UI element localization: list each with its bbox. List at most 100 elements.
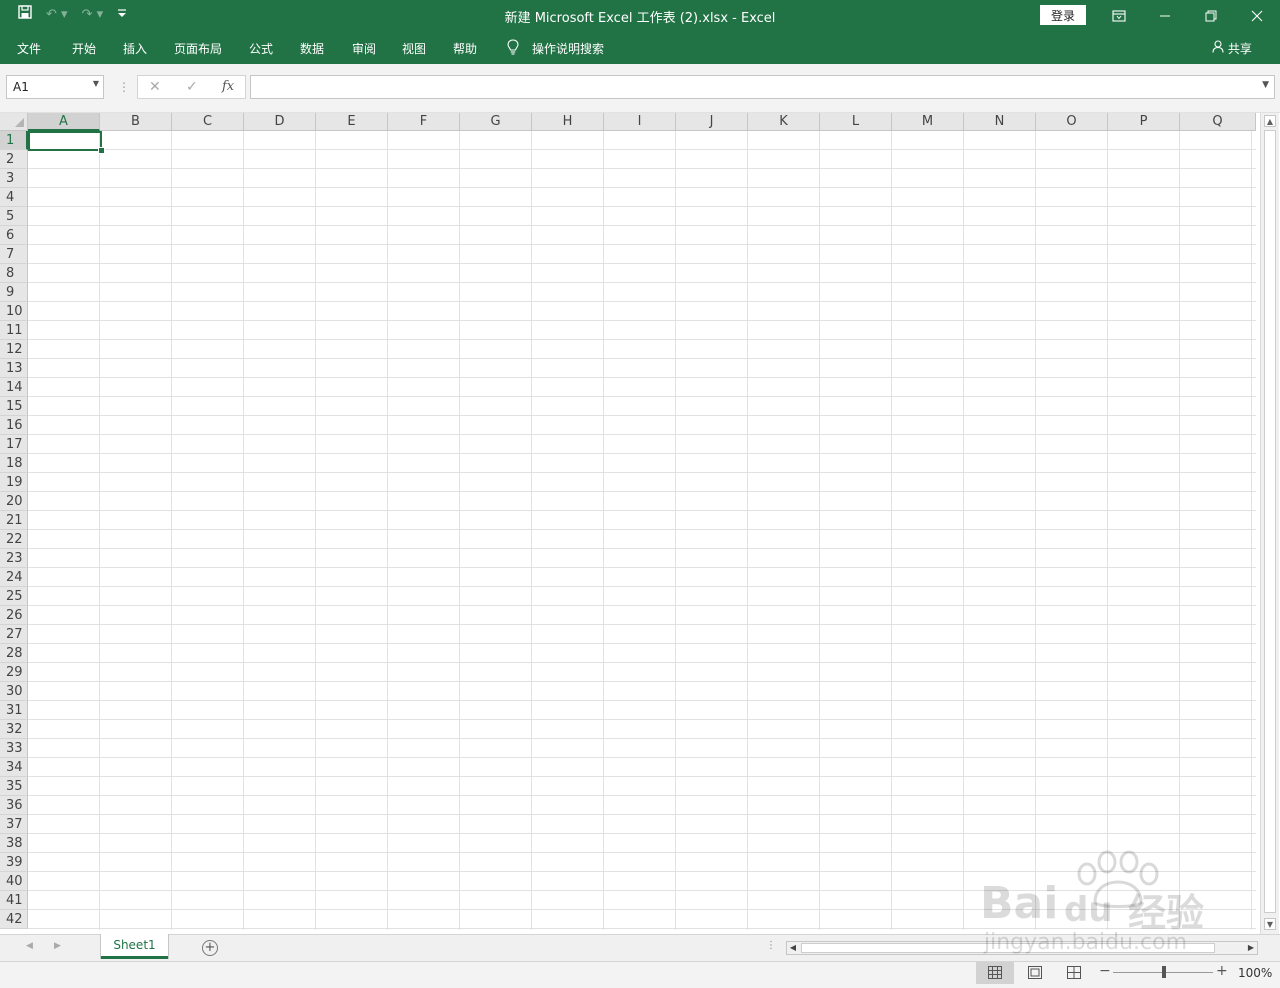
row-header-19[interactable]: 19 — [0, 473, 28, 492]
scroll-up-icon[interactable]: ▲ — [1264, 115, 1276, 127]
column-header-a[interactable]: A — [28, 113, 100, 131]
row-header-38[interactable]: 38 — [0, 834, 28, 853]
row-header-33[interactable]: 33 — [0, 739, 28, 758]
vertical-scrollbar[interactable]: ▲ ▼ — [1260, 113, 1279, 934]
row-header-2[interactable]: 2 — [0, 150, 28, 169]
row-header-4[interactable]: 4 — [0, 188, 28, 207]
row-header-23[interactable]: 23 — [0, 549, 28, 568]
row-header-24[interactable]: 24 — [0, 568, 28, 587]
row-header-32[interactable]: 32 — [0, 720, 28, 739]
cancel-icon[interactable]: ✕ — [149, 79, 161, 95]
normal-view-icon[interactable] — [976, 962, 1014, 984]
tab-help[interactable]: 帮助 — [453, 40, 477, 57]
row-header-10[interactable]: 10 — [0, 302, 28, 321]
column-header-m[interactable]: M — [892, 113, 964, 131]
chevron-down-icon[interactable]: ▼ — [93, 79, 99, 88]
tab-split-handle[interactable]: ⋮ — [766, 940, 776, 951]
ribbon-display-icon[interactable] — [1096, 0, 1142, 32]
row-header-15[interactable]: 15 — [0, 397, 28, 416]
active-cell[interactable] — [28, 131, 102, 151]
cell-grid[interactable] — [28, 131, 1256, 930]
minimize-icon[interactable] — [1142, 0, 1188, 32]
row-header-20[interactable]: 20 — [0, 492, 28, 511]
column-header-n[interactable]: N — [964, 113, 1036, 131]
scroll-down-icon[interactable]: ▼ — [1264, 918, 1276, 930]
sheet-tab-sheet1[interactable]: Sheet1 — [101, 934, 168, 959]
column-header-o[interactable]: O — [1036, 113, 1108, 131]
tell-me-search[interactable]: 操作说明搜索 — [532, 40, 604, 57]
tab-insert[interactable]: 插入 — [123, 40, 147, 57]
name-box[interactable]: A1 ▼ — [6, 75, 104, 99]
add-sheet-icon[interactable]: + — [202, 940, 218, 956]
row-header-7[interactable]: 7 — [0, 245, 28, 264]
row-header-13[interactable]: 13 — [0, 359, 28, 378]
row-header-8[interactable]: 8 — [0, 264, 28, 283]
restore-icon[interactable] — [1188, 0, 1234, 32]
column-header-j[interactable]: J — [676, 113, 748, 131]
horizontal-scrollbar[interactable]: ◀ ▶ — [786, 941, 1258, 955]
row-header-3[interactable]: 3 — [0, 169, 28, 188]
row-header-11[interactable]: 11 — [0, 321, 28, 340]
column-header-k[interactable]: K — [748, 113, 820, 131]
undo-icon[interactable]: ↶ ▾ — [46, 7, 68, 22]
row-header-29[interactable]: 29 — [0, 663, 28, 682]
row-header-35[interactable]: 35 — [0, 777, 28, 796]
tab-file[interactable]: 文件 — [17, 40, 41, 57]
row-header-40[interactable]: 40 — [0, 872, 28, 891]
select-all-button[interactable] — [0, 113, 28, 131]
save-icon[interactable] — [18, 5, 32, 23]
vertical-scroll-thumb[interactable] — [1264, 130, 1276, 913]
page-break-view-icon[interactable] — [1055, 962, 1093, 984]
column-header-l[interactable]: L — [820, 113, 892, 131]
expand-formula-bar-icon[interactable]: ▼ — [1262, 80, 1269, 90]
column-header-b[interactable]: B — [100, 113, 172, 131]
row-header-28[interactable]: 28 — [0, 644, 28, 663]
row-header-21[interactable]: 21 — [0, 511, 28, 530]
row-header-1[interactable]: 1 — [0, 131, 28, 150]
customize-qat-icon[interactable] — [117, 7, 127, 22]
zoom-level[interactable]: 100% — [1238, 966, 1272, 980]
row-header-36[interactable]: 36 — [0, 796, 28, 815]
zoom-out-icon[interactable]: − — [1099, 963, 1111, 979]
row-header-18[interactable]: 18 — [0, 454, 28, 473]
next-sheet-icon[interactable]: ▶ — [54, 941, 61, 951]
row-header-27[interactable]: 27 — [0, 625, 28, 644]
fill-handle[interactable] — [98, 147, 105, 154]
row-header-22[interactable]: 22 — [0, 530, 28, 549]
tab-formulas[interactable]: 公式 — [249, 40, 273, 57]
login-button[interactable]: 登录 — [1040, 5, 1086, 25]
tab-data[interactable]: 数据 — [300, 40, 324, 57]
close-icon[interactable] — [1234, 0, 1280, 32]
column-header-i[interactable]: I — [604, 113, 676, 131]
column-header-q[interactable]: Q — [1180, 113, 1256, 131]
row-header-31[interactable]: 31 — [0, 701, 28, 720]
enter-icon[interactable]: ✓ — [186, 79, 198, 95]
tab-home[interactable]: 开始 — [72, 40, 96, 57]
row-header-5[interactable]: 5 — [0, 207, 28, 226]
row-header-25[interactable]: 25 — [0, 587, 28, 606]
horizontal-scroll-thumb[interactable] — [801, 943, 1215, 953]
column-header-c[interactable]: C — [172, 113, 244, 131]
scroll-right-icon[interactable]: ▶ — [1245, 942, 1257, 954]
row-header-6[interactable]: 6 — [0, 226, 28, 245]
column-header-f[interactable]: F — [388, 113, 460, 131]
row-header-30[interactable]: 30 — [0, 682, 28, 701]
formula-input[interactable]: ▼ — [250, 75, 1275, 99]
column-header-h[interactable]: H — [532, 113, 604, 131]
row-header-37[interactable]: 37 — [0, 815, 28, 834]
row-header-12[interactable]: 12 — [0, 340, 28, 359]
row-header-42[interactable]: 42 — [0, 910, 28, 929]
column-header-e[interactable]: E — [316, 113, 388, 131]
row-header-17[interactable]: 17 — [0, 435, 28, 454]
column-header-g[interactable]: G — [460, 113, 532, 131]
row-header-14[interactable]: 14 — [0, 378, 28, 397]
zoom-in-icon[interactable]: + — [1216, 963, 1228, 979]
insert-function-icon[interactable]: fx — [222, 79, 234, 94]
scroll-left-icon[interactable]: ◀ — [787, 942, 799, 954]
redo-icon[interactable]: ↷ ▾ — [82, 7, 104, 22]
row-header-9[interactable]: 9 — [0, 283, 28, 302]
tab-review[interactable]: 审阅 — [352, 40, 376, 57]
column-header-d[interactable]: D — [244, 113, 316, 131]
zoom-slider-handle[interactable] — [1162, 966, 1166, 978]
tab-page-layout[interactable]: 页面布局 — [174, 40, 222, 57]
